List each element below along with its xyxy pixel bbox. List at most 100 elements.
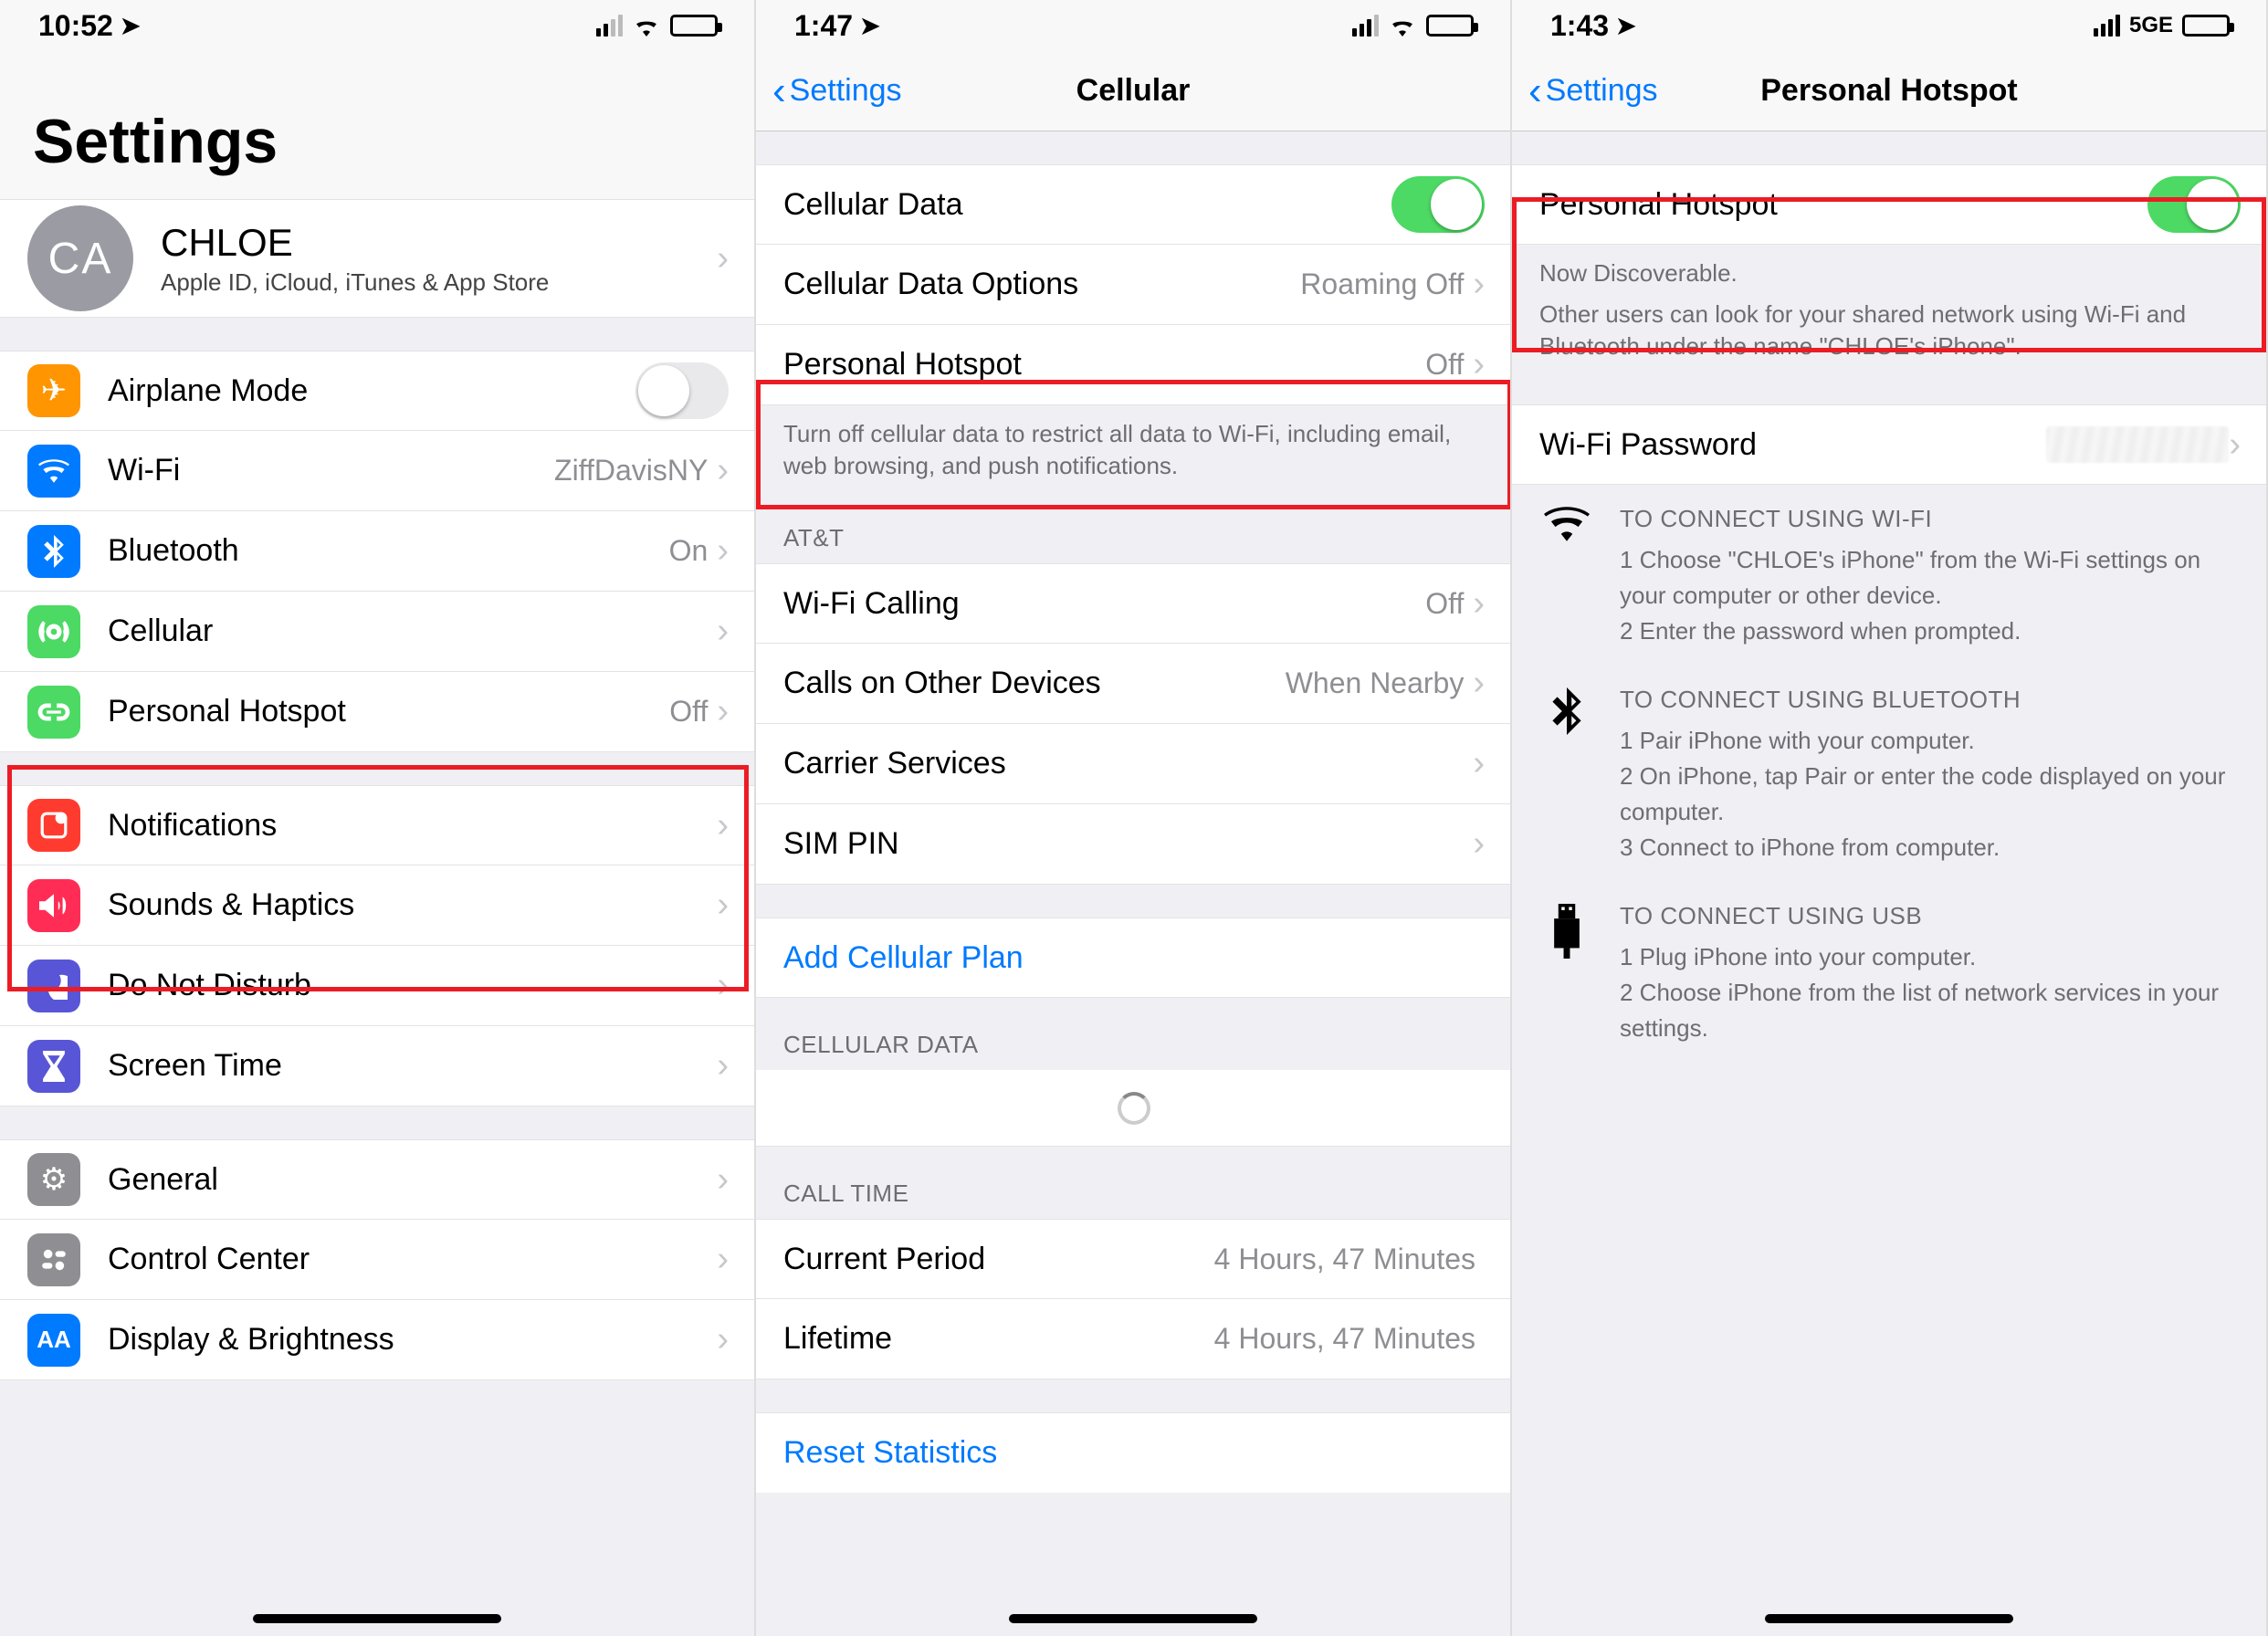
status-time: 10:52 bbox=[38, 9, 113, 43]
reset-stats-link[interactable]: Reset Statistics bbox=[756, 1412, 1510, 1493]
group-header: AT&T bbox=[756, 491, 1510, 563]
row-label: Cellular Data bbox=[783, 187, 1391, 223]
add-plan-link[interactable]: Add Cellular Plan bbox=[756, 918, 1510, 998]
sounds-row[interactable]: Sounds & Haptics › bbox=[0, 865, 754, 946]
personal-hotspot-row[interactable]: Personal Hotspot Off › bbox=[756, 325, 1510, 405]
spinner-icon bbox=[1118, 1092, 1150, 1125]
chevron-right-icon: › bbox=[1473, 824, 1485, 864]
hotspot-toggle[interactable] bbox=[2147, 176, 2241, 233]
nav-bar: ‹ Settings Personal Hotspot bbox=[1512, 51, 2266, 131]
chevron-right-icon: › bbox=[717, 692, 729, 731]
group-header: CALL TIME bbox=[756, 1147, 1510, 1219]
home-indicator[interactable] bbox=[1009, 1614, 1257, 1623]
row-label: Wi-Fi Calling bbox=[783, 586, 1425, 622]
chevron-left-icon: ‹ bbox=[1528, 75, 1542, 107]
signal-icon bbox=[1352, 15, 1379, 37]
instruction-step: 1 Pair iPhone with your computer. bbox=[1620, 723, 2239, 759]
general-group: ⚙︎ General › Control Center › AA Display… bbox=[0, 1139, 754, 1380]
notifications-icon bbox=[27, 799, 80, 852]
moon-icon bbox=[27, 960, 80, 1012]
airplane-toggle[interactable] bbox=[635, 362, 729, 419]
bluetooth-icon bbox=[27, 525, 80, 578]
page-title: Personal Hotspot bbox=[1760, 73, 2017, 109]
row-label: General bbox=[108, 1162, 717, 1198]
lifetime-row: Lifetime 4 Hours, 47 Minutes bbox=[756, 1299, 1510, 1379]
cellular-panel: 1:47 ➤ ‹ Settings Cellular Cellular Data… bbox=[756, 0, 1512, 1636]
chevron-right-icon: › bbox=[1473, 265, 1485, 304]
avatar: CA bbox=[27, 205, 133, 311]
row-label: Cellular bbox=[108, 614, 717, 649]
instruction-step: 2 Choose iPhone from the list of network… bbox=[1620, 975, 2239, 1046]
chevron-right-icon: › bbox=[717, 966, 729, 1005]
nav-bar: ‹ Settings Cellular bbox=[756, 51, 1510, 131]
chevron-right-icon: › bbox=[717, 612, 729, 651]
back-button[interactable]: ‹ Settings bbox=[772, 51, 902, 131]
bluetooth-row[interactable]: Bluetooth On › bbox=[0, 511, 754, 592]
home-indicator[interactable] bbox=[1765, 1614, 2013, 1623]
row-label: Do Not Disturb bbox=[108, 968, 717, 1003]
instructions-usb: TO CONNECT USING USB 1 Plug iPhone into … bbox=[1512, 882, 2266, 1063]
connectivity-group: ✈︎ Airplane Mode Wi-Fi ZiffDavisNY › Blu… bbox=[0, 351, 754, 752]
home-indicator[interactable] bbox=[253, 1614, 501, 1623]
control-center-row[interactable]: Control Center › bbox=[0, 1220, 754, 1300]
usb-icon bbox=[1539, 898, 1594, 959]
cellular-data-toggle[interactable] bbox=[1391, 176, 1485, 233]
row-label: Wi-Fi Password bbox=[1539, 427, 2046, 463]
chevron-right-icon: › bbox=[717, 806, 729, 845]
row-label: SIM PIN bbox=[783, 826, 1473, 862]
chevron-right-icon: › bbox=[2229, 425, 2241, 465]
apple-id-row[interactable]: CA CHLOE Apple ID, iCloud, iTunes & App … bbox=[0, 199, 754, 318]
row-value: 4 Hours, 47 Minutes bbox=[1214, 1322, 1475, 1356]
chevron-right-icon: › bbox=[717, 1160, 729, 1200]
row-label: Lifetime bbox=[783, 1321, 1214, 1357]
notifications-row[interactable]: Notifications › bbox=[0, 785, 754, 865]
calls-other-devices-row[interactable]: Calls on Other Devices When Nearby › bbox=[756, 644, 1510, 724]
back-label: Settings bbox=[790, 73, 902, 109]
wifi-calling-row[interactable]: Wi-Fi Calling Off › bbox=[756, 563, 1510, 644]
chevron-right-icon: › bbox=[1473, 664, 1485, 703]
personal-hotspot-row[interactable]: Personal Hotspot Off › bbox=[0, 672, 754, 752]
row-label: Airplane Mode bbox=[108, 373, 635, 409]
location-icon: ➤ bbox=[860, 12, 880, 40]
back-button[interactable]: ‹ Settings bbox=[1528, 51, 1658, 131]
switches-icon bbox=[27, 1233, 80, 1286]
cellular-main-group: Cellular Data Cellular Data Options Roam… bbox=[756, 164, 1510, 405]
row-label: Personal Hotspot bbox=[108, 694, 669, 729]
screen-time-row[interactable]: Screen Time › bbox=[0, 1026, 754, 1106]
row-value: Off bbox=[669, 695, 708, 729]
chevron-right-icon: › bbox=[1473, 744, 1485, 783]
page-title: Settings bbox=[0, 51, 754, 199]
row-label: Calls on Other Devices bbox=[783, 666, 1286, 701]
chevron-right-icon: › bbox=[1473, 345, 1485, 384]
link-label: Reset Statistics bbox=[783, 1435, 997, 1471]
wifi-row[interactable]: Wi-Fi ZiffDavisNY › bbox=[0, 431, 754, 511]
row-label: Personal Hotspot bbox=[783, 347, 1425, 383]
row-label: Screen Time bbox=[108, 1048, 717, 1084]
sim-pin-row[interactable]: SIM PIN › bbox=[756, 804, 1510, 885]
signal-icon bbox=[596, 15, 623, 37]
wifi-password-row[interactable]: Wi-Fi Password › bbox=[1512, 404, 2266, 485]
general-row[interactable]: ⚙︎ General › bbox=[0, 1139, 754, 1220]
sounds-icon bbox=[27, 879, 80, 932]
status-time: 1:47 bbox=[794, 9, 853, 43]
status-bar: 1:47 ➤ bbox=[756, 0, 1510, 51]
row-label: Control Center bbox=[108, 1242, 717, 1277]
hotspot-panel: 1:43 ➤ 5GE ‹ Settings Personal Hotspot P… bbox=[1512, 0, 2268, 1636]
hotspot-toggle-row[interactable]: Personal Hotspot bbox=[1512, 164, 2266, 245]
instruction-step: 3 Connect to iPhone from computer. bbox=[1620, 830, 2239, 865]
airplane-mode-row[interactable]: ✈︎ Airplane Mode bbox=[0, 351, 754, 431]
cellular-row[interactable]: Cellular › bbox=[0, 592, 754, 672]
gear-icon: ⚙︎ bbox=[27, 1153, 80, 1206]
profile-subtitle: Apple ID, iCloud, iTunes & App Store bbox=[161, 268, 717, 297]
location-icon: ➤ bbox=[1616, 12, 1636, 40]
carrier-services-row[interactable]: Carrier Services › bbox=[756, 724, 1510, 804]
row-label: Current Period bbox=[783, 1242, 1214, 1277]
cellular-data-row[interactable]: Cellular Data bbox=[756, 164, 1510, 245]
instruction-step: 1 Choose "CHLOE's iPhone" from the Wi-Fi… bbox=[1620, 542, 2239, 614]
back-label: Settings bbox=[1546, 73, 1658, 109]
dnd-row[interactable]: Do Not Disturb › bbox=[0, 946, 754, 1026]
page-title: Cellular bbox=[1076, 73, 1191, 109]
display-row[interactable]: AA Display & Brightness › bbox=[0, 1300, 754, 1380]
group-header: CELLULAR DATA bbox=[756, 998, 1510, 1070]
cellular-options-row[interactable]: Cellular Data Options Roaming Off › bbox=[756, 245, 1510, 325]
